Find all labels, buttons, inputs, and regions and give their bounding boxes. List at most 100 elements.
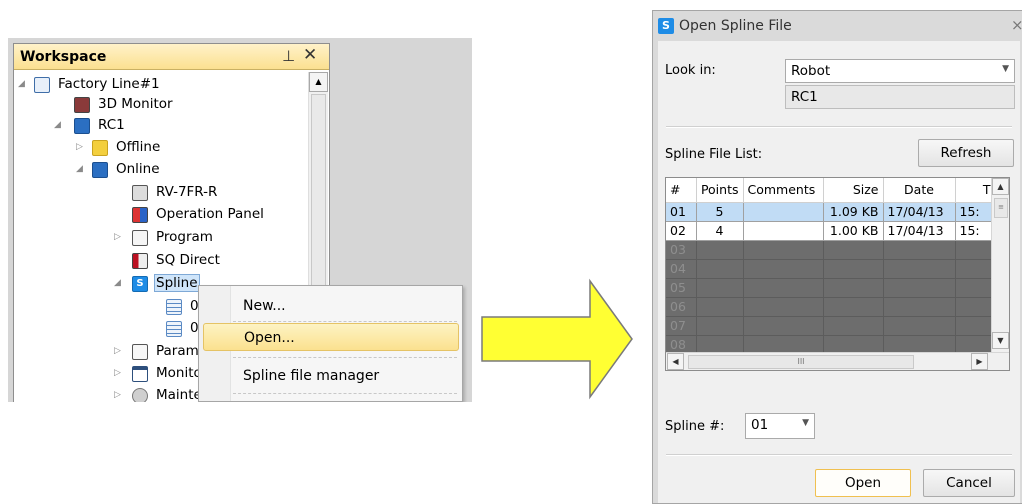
scrollbar-thumb[interactable]: ≡ (994, 198, 1008, 218)
tree-node-label: Param (156, 343, 199, 359)
table-header-row: # Points Comments Size Date T (666, 178, 996, 203)
cell-number: 02 (666, 221, 697, 241)
menu-item-label: Open... (244, 330, 295, 346)
cell-points: 5 (696, 202, 744, 222)
menu-item-label: New... (243, 298, 286, 314)
cell-comments (743, 221, 824, 241)
spline-number-dropdown[interactable]: 01 ▼ (745, 413, 815, 439)
parameter-icon (132, 344, 148, 360)
menu-item-label: Spline file manager (243, 368, 380, 384)
open-button[interactable]: Open (815, 469, 911, 497)
spline-icon: S (658, 18, 674, 34)
column-header-size[interactable]: Size (823, 178, 884, 203)
program-icon (132, 230, 148, 246)
tree-node-label: RC1 (98, 117, 125, 133)
tree-node-label: Program (156, 229, 213, 245)
cell-number: 05 (666, 278, 697, 298)
table-row[interactable]: 02 4 1.00 KB 17/04/13 15: (666, 221, 996, 241)
workspace-panel: Workspace ⊥ ✕ ◢ Factory Line#1 3D Monito… (8, 38, 472, 402)
scrollbar-thumb[interactable]: III (688, 355, 914, 369)
expand-triangle-icon[interactable]: ▷ (76, 142, 83, 152)
menu-separator (233, 357, 457, 358)
close-icon[interactable]: ✕ (303, 45, 317, 65)
tree-node-label: RV-7FR-R (156, 184, 218, 200)
chevron-down-icon: ▼ (1002, 64, 1009, 74)
tree-node-label: Monito (156, 365, 202, 381)
spline-file-icon (166, 321, 182, 337)
tree-node-label: SQ Direct (156, 252, 220, 268)
online-icon (92, 162, 108, 178)
factory-line-icon (34, 77, 50, 93)
cell-number: 01 (666, 202, 697, 222)
cell-size: 1.00 KB (823, 221, 884, 241)
dialog-title-bar: S Open Spline File × (653, 11, 1022, 41)
robot-icon (132, 185, 148, 201)
spline-file-table: # Points Comments Size Date T 01 5 1.09 … (665, 177, 1010, 371)
collapse-triangle-icon[interactable]: ◢ (114, 278, 121, 288)
column-header-date[interactable]: Date (883, 178, 956, 203)
table-row-empty[interactable]: 03 (666, 240, 996, 260)
scroll-right-arrow-icon[interactable]: ▶ (971, 353, 988, 370)
refresh-button[interactable]: Refresh (918, 139, 1014, 167)
tree-node-label: Mainte (156, 387, 202, 402)
controller-value: RC1 (791, 89, 818, 105)
table-vertical-scrollbar[interactable]: ▲ ≡ ▼ (991, 178, 1009, 352)
look-in-dropdown[interactable]: Robot ▼ (785, 59, 1015, 83)
dialog-title: Open Spline File (679, 18, 792, 34)
scroll-up-arrow-icon[interactable]: ▲ (992, 178, 1009, 195)
scroll-up-arrow-icon[interactable]: ▲ (309, 72, 328, 92)
table-row-empty[interactable]: 06 (666, 297, 996, 317)
3d-monitor-icon (74, 97, 90, 113)
collapse-triangle-icon[interactable]: ◢ (18, 79, 25, 89)
tree-node-label: Spline (154, 274, 200, 292)
menu-item-spline-file-manager[interactable]: Spline file manager (203, 362, 459, 390)
cell-number: 06 (666, 297, 697, 317)
cell-number: 04 (666, 259, 697, 279)
monitor-icon (132, 366, 148, 382)
cell-size: 1.09 KB (823, 202, 884, 222)
table-row[interactable]: 01 5 1.09 KB 17/04/13 15: (666, 202, 996, 222)
table-row-empty[interactable]: 04 (666, 259, 996, 279)
arrow-shape (481, 278, 633, 400)
collapse-triangle-icon[interactable]: ◢ (54, 120, 61, 130)
workspace-header: Workspace ⊥ ✕ (14, 44, 329, 70)
cell-number: 03 (666, 240, 697, 260)
collapse-triangle-icon[interactable]: ◢ (76, 164, 83, 174)
cell-date: 17/04/13 (883, 221, 956, 241)
pin-icon[interactable]: ⊥ (282, 47, 295, 65)
spline-file-list-label: Spline File List: (665, 147, 763, 162)
cancel-button[interactable]: Cancel (923, 469, 1015, 497)
maintenance-icon (132, 388, 148, 402)
expand-triangle-icon[interactable]: ▷ (114, 368, 121, 378)
column-header-number[interactable]: # (666, 178, 697, 203)
spline-file-icon (166, 299, 182, 315)
close-icon[interactable]: × (1011, 16, 1022, 34)
context-menu: New... Open... Spline file manager (198, 285, 463, 402)
tree-node-label: Factory Line#1 (58, 76, 160, 92)
expand-triangle-icon[interactable]: ▷ (114, 390, 121, 400)
look-in-label: Look in: (665, 63, 716, 78)
sq-direct-icon (132, 253, 148, 269)
spline-icon: S (132, 276, 148, 292)
tree-node-label: Offline (116, 139, 161, 155)
scroll-left-arrow-icon[interactable]: ◀ (667, 353, 684, 370)
table-row-empty[interactable]: 07 (666, 316, 996, 336)
cell-date: 17/04/13 (883, 202, 956, 222)
offline-icon (92, 140, 108, 156)
expand-triangle-icon[interactable]: ▷ (114, 232, 121, 242)
cell-number: 07 (666, 316, 697, 336)
scroll-down-arrow-icon[interactable]: ▼ (992, 332, 1009, 349)
column-header-comments[interactable]: Comments (743, 178, 824, 203)
spline-number-value: 01 (751, 417, 769, 433)
tree-node-label: 3D Monitor (98, 96, 173, 112)
expand-triangle-icon[interactable]: ▷ (114, 346, 121, 356)
table-row-empty[interactable]: 05 (666, 278, 996, 298)
menu-item-open[interactable]: Open... (203, 323, 459, 351)
menu-item-new[interactable]: New... (203, 292, 459, 320)
table-horizontal-scrollbar[interactable]: ◀ III ▶ (666, 352, 1009, 370)
tree-node-label: Online (116, 161, 160, 177)
column-header-points[interactable]: Points (696, 178, 744, 203)
cell-time: 15: (955, 202, 996, 222)
column-header-time[interactable]: T (955, 178, 996, 203)
chevron-down-icon: ▼ (802, 418, 809, 428)
